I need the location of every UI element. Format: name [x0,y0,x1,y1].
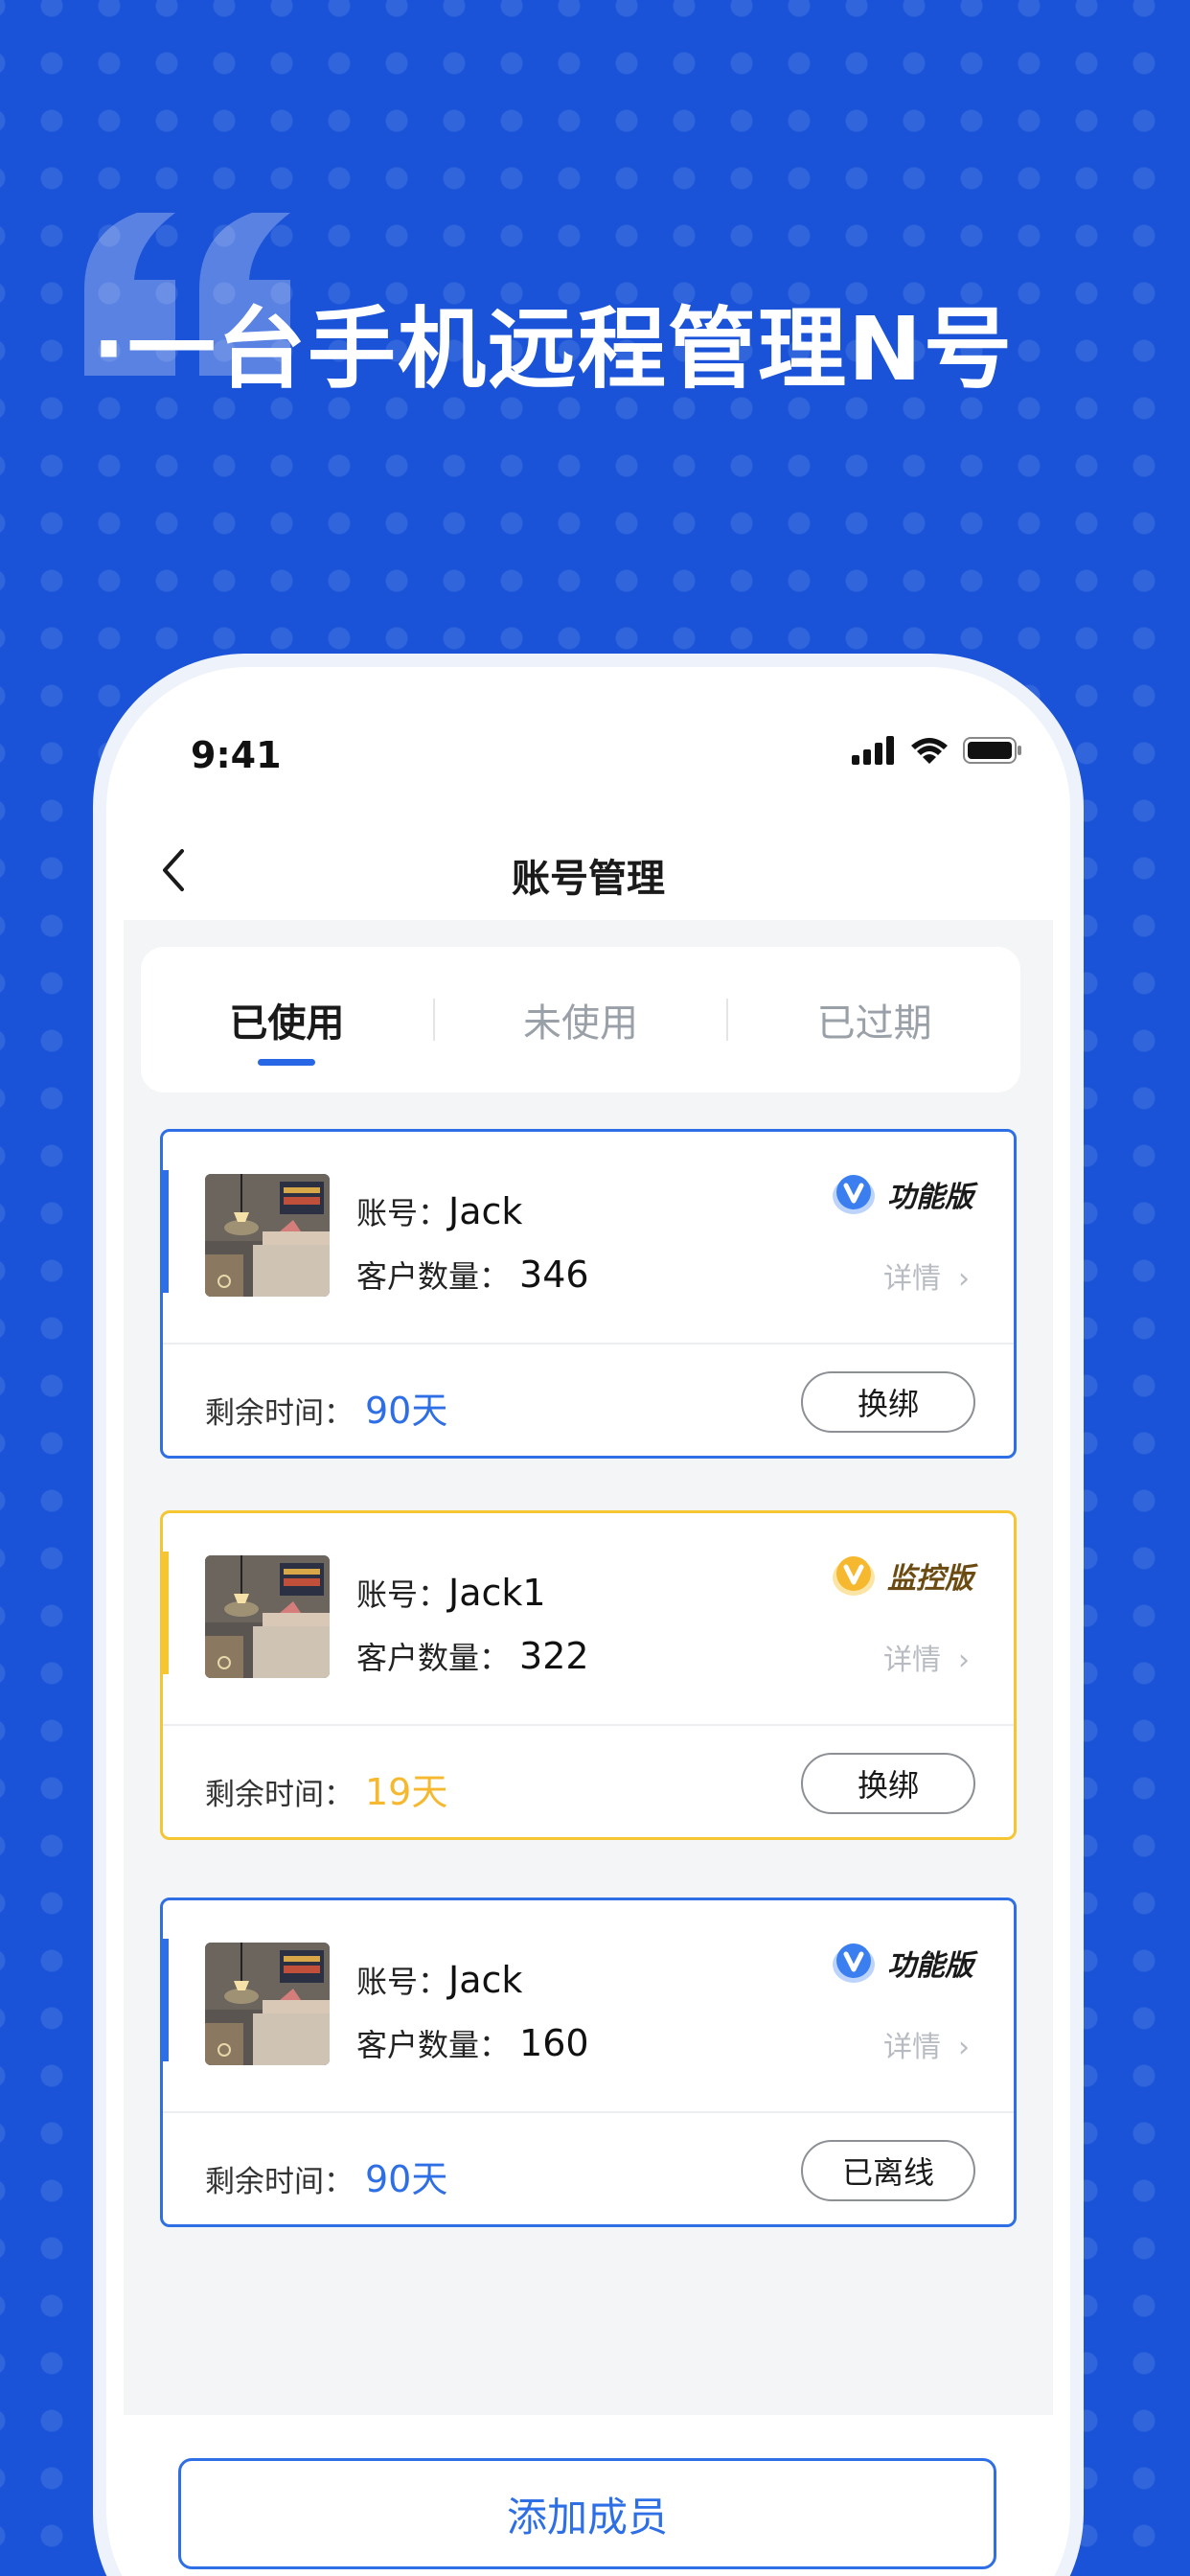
tab-expired[interactable]: 已过期 [728,947,1020,1092]
edition-badge: 监控版 [830,1553,973,1598]
phone-mockup: 9:41 账号管理 已使用 未使用 已过期 账号：Jack 客户数量： 346 … [93,654,1084,2576]
account-card: 账号：Jack 客户数量： 346 功能版 详情 › 剩余时间： 90天 换绑 [160,1129,1017,1459]
active-tab-indicator [258,1059,316,1066]
tab-label: 已过期 [816,1001,932,1046]
status-icons [852,736,1022,765]
account-label: 账号： [356,1964,449,2000]
customer-count-label: 客户数量： [356,2027,511,2063]
card-divider [163,1724,1014,1726]
account-name: Jack [448,1959,523,2001]
remaining-label: 剩余时间： [205,1396,354,1431]
battery-icon [963,737,1021,764]
remaining-time: 剩余时间： 19天 [205,1762,447,1815]
promo-headline: ·一台手机远程管理N号 [92,298,1014,401]
tab-label: 已使用 [229,1001,345,1046]
edition-label: 功能版 [887,1949,973,1983]
offline-button[interactable]: 已离线 [801,2140,975,2201]
rebind-button[interactable]: 换绑 [801,1753,975,1814]
account-card: 账号：Jack 客户数量： 160 功能版 详情 › 剩余时间： 90天 已离线 [160,1898,1017,2227]
remaining-time: 剩余时间： 90天 [205,1381,447,1434]
customer-count-label: 客户数量： [356,1258,511,1295]
customer-count-line: 客户数量： 160 [356,2021,589,2065]
account-thumbnail [205,1943,330,2065]
page-title: 账号管理 [512,857,665,901]
phone-screen: 9:41 账号管理 已使用 未使用 已过期 账号：Jack 客户数量： 346 … [106,667,1070,2576]
signal-icon [852,736,894,765]
content-area: 已使用 未使用 已过期 账号：Jack 客户数量： 346 功能版 详情 › 剩… [124,920,1053,2415]
status-time: 9:41 [191,734,282,776]
card-accent-bar [160,1939,169,2061]
card-accent-bar [160,1170,169,1293]
tab-unused[interactable]: 未使用 [435,947,727,1092]
remaining-label: 剩余时间： [205,2165,354,2199]
details-label: 详情 [883,1262,941,1296]
verified-v-icon [833,1175,875,1214]
verified-v-icon [833,1556,875,1596]
remaining-time: 剩余时间： 90天 [205,2150,447,2202]
account-name: Jack1 [448,1572,546,1614]
nav-bar: 账号管理 [106,820,1070,920]
customer-count: 346 [519,1254,589,1296]
account-line: 账号：Jack [356,1189,522,1233]
customer-count: 322 [519,1635,589,1677]
chevron-right-icon: › [958,1262,970,1296]
remaining-days: 19天 [365,1771,448,1813]
details-link[interactable]: 详情 › [883,2023,970,2065]
edition-label: 功能版 [887,1181,973,1214]
remaining-label: 剩余时间： [205,1778,354,1812]
details-link[interactable]: 详情 › [883,1636,970,1678]
chevron-right-icon: › [958,2031,970,2064]
customer-count-label: 客户数量： [356,1640,511,1676]
account-name: Jack [448,1190,523,1232]
card-accent-bar [160,1552,169,1674]
edition-label: 监控版 [887,1562,973,1596]
edition-badge: 功能版 [830,1941,973,1985]
card-divider [163,2111,1014,2113]
customer-count: 160 [519,2022,589,2064]
account-label: 账号： [356,1195,449,1231]
details-label: 详情 [883,2031,941,2064]
add-member-button[interactable]: 添加成员 [178,2458,996,2569]
tab-label: 未使用 [523,1001,638,1046]
account-thumbnail [205,1174,330,1297]
account-label: 账号： [356,1576,449,1613]
wifi-icon [911,738,948,764]
verified-v-icon [833,1944,875,1983]
chevron-right-icon: › [958,1644,970,1677]
account-line: 账号：Jack [356,1958,522,2002]
card-divider [163,1343,1014,1345]
details-label: 详情 [883,1644,941,1677]
details-link[interactable]: 详情 › [883,1254,970,1297]
account-card: 账号：Jack1 客户数量： 322 监控版 详情 › 剩余时间： 19天 换绑 [160,1510,1017,1840]
status-bar: 9:41 [106,667,1070,801]
tab-bar: 已使用 未使用 已过期 [141,947,1020,1092]
customer-count-line: 客户数量： 322 [356,1634,589,1678]
remaining-days: 90天 [365,1390,448,1432]
account-line: 账号：Jack1 [356,1571,546,1615]
rebind-button[interactable]: 换绑 [801,1371,975,1433]
customer-count-line: 客户数量： 346 [356,1253,589,1297]
edition-badge: 功能版 [830,1172,973,1216]
account-thumbnail [205,1555,330,1678]
tab-used[interactable]: 已使用 [141,947,433,1092]
remaining-days: 90天 [365,2158,448,2200]
